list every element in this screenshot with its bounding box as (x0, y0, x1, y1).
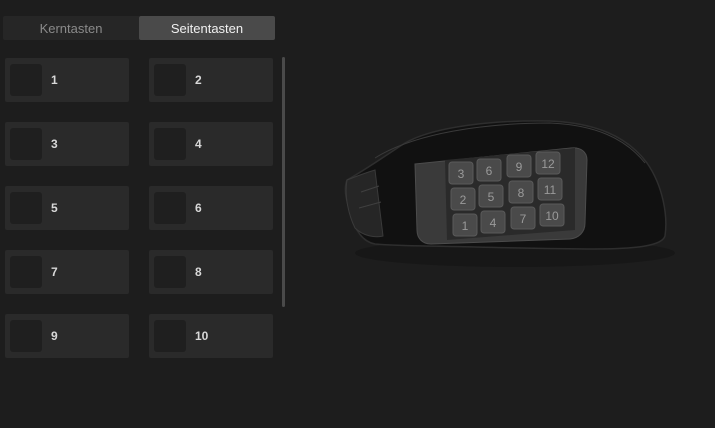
key-slot-10[interactable]: 10 (149, 314, 273, 358)
key-number: 5 (51, 201, 58, 215)
mouse-side-button: 3 (448, 161, 474, 185)
key-number: 4 (195, 137, 202, 151)
key-slot-5[interactable]: 5 (5, 186, 129, 230)
mouse-side-button: 8 (508, 180, 534, 204)
key-slot-4[interactable]: 4 (149, 122, 273, 166)
mouse-side-button: 7 (510, 206, 536, 230)
key-assignment-swatch (10, 320, 42, 352)
svg-text:12: 12 (541, 157, 555, 171)
key-number: 9 (51, 329, 58, 343)
mouse-side-button: 10 (539, 203, 565, 227)
key-slot-3[interactable]: 3 (5, 122, 129, 166)
key-assignment-swatch (154, 256, 186, 288)
svg-text:11: 11 (544, 183, 557, 197)
key-number: 10 (195, 329, 209, 343)
tab-kerntasten[interactable]: Kerntasten (3, 16, 139, 40)
tab-seitentasten[interactable]: Seitentasten (139, 16, 275, 40)
key-slot-9[interactable]: 9 (5, 314, 129, 358)
key-assignment-swatch (10, 128, 42, 160)
svg-text:1: 1 (462, 219, 469, 233)
key-list-scrollbar[interactable] (282, 57, 285, 307)
key-assignment-swatch (154, 192, 186, 224)
svg-text:10: 10 (545, 209, 559, 223)
key-slot-6[interactable]: 6 (149, 186, 273, 230)
svg-text:5: 5 (488, 190, 495, 204)
key-number: 1 (51, 73, 58, 87)
mouse-side-button: 11 (537, 177, 563, 201)
key-number: 6 (195, 201, 202, 215)
svg-text:4: 4 (490, 216, 497, 230)
key-assignment-swatch (10, 192, 42, 224)
key-number: 2 (195, 73, 202, 87)
svg-text:7: 7 (520, 212, 527, 226)
key-assignment-swatch (10, 64, 42, 96)
key-slot-2[interactable]: 2 (149, 58, 273, 102)
key-slot-8[interactable]: 8 (149, 250, 273, 294)
mouse-side-button: 12 (535, 151, 561, 175)
mouse-side-button: 1 (452, 213, 478, 237)
side-button-grid: 3 6 9 12 2 5 8 11 1 4 7 10 (445, 148, 575, 240)
mouse-side-button: 6 (476, 158, 502, 182)
key-slot-1[interactable]: 1 (5, 58, 129, 102)
svg-text:3: 3 (458, 167, 465, 181)
svg-text:9: 9 (516, 160, 523, 174)
mouse-side-button: 4 (480, 210, 506, 234)
svg-text:2: 2 (460, 193, 467, 207)
key-number: 3 (51, 137, 58, 151)
key-assignment-swatch (154, 64, 186, 96)
key-slot-7[interactable]: 7 (5, 250, 129, 294)
key-assignment-swatch (154, 128, 186, 160)
mouse-side-button: 5 (478, 184, 504, 208)
key-number: 8 (195, 265, 202, 279)
key-assignment-swatch (154, 320, 186, 352)
svg-text:6: 6 (486, 164, 493, 178)
mouse-side-view: 3 6 9 12 2 5 8 11 1 4 7 10 (344, 120, 675, 267)
key-assignment-swatch (10, 256, 42, 288)
svg-text:8: 8 (518, 186, 525, 200)
mouse-side-button: 9 (506, 154, 532, 178)
key-number: 7 (51, 265, 58, 279)
mouse-side-button: 2 (450, 187, 476, 211)
button-category-tabs: Kerntasten Seitentasten (3, 16, 275, 40)
